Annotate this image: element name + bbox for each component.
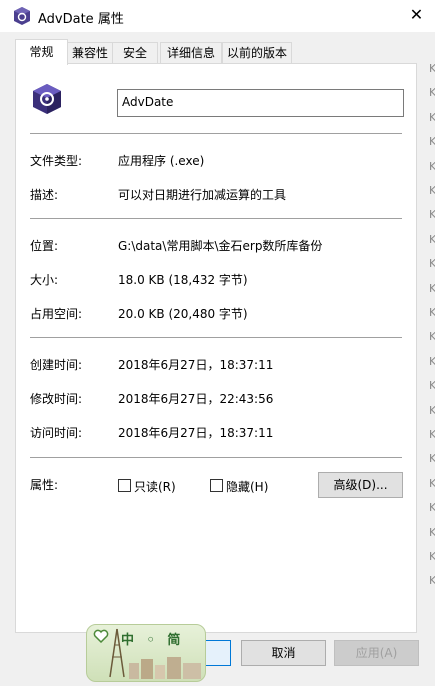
description-value: 可以对日期进行加减运算的工具 (118, 188, 287, 202)
hidden-checkbox[interactable] (210, 479, 223, 492)
disk-size-value: 20.0 KB (20,480 字节) (118, 307, 248, 321)
ime-watermark-badge: 中 ◦ 简 (86, 624, 206, 682)
file-name-field[interactable]: AdvDate (117, 89, 404, 117)
general-panel (15, 63, 417, 633)
separator (30, 337, 402, 338)
background-letter: K (429, 574, 435, 588)
background-letter: K (429, 208, 435, 222)
background-letter: K (429, 62, 435, 75)
tab-compatibility[interactable]: 兼容性 (67, 42, 113, 63)
close-button[interactable]: ✕ (398, 0, 435, 32)
readonly-checkbox-label[interactable]: 只读(R) (134, 478, 176, 495)
location-label: 位置: (30, 239, 59, 253)
apply-button[interactable]: 应用(A) (334, 640, 419, 666)
background-letter: K (429, 159, 435, 173)
size-value: 18.0 KB (18,432 字节) (118, 273, 248, 287)
background-letter: K (429, 184, 435, 197)
file-type-value: 应用程序 (.exe) (118, 154, 205, 168)
location-value: G:\data\常用脚本\金石erp数所库备份 (118, 239, 323, 253)
size-label: 大小: (30, 273, 59, 287)
background-letter: K (429, 550, 435, 563)
app-icon (14, 7, 30, 25)
accessed-value: 2018年6月27日，18:37:11 (118, 426, 274, 440)
separator (30, 133, 402, 134)
file-type-label: 文件类型: (30, 154, 83, 168)
modified-label: 修改时间: (30, 392, 83, 406)
background-letter: K (429, 306, 435, 319)
buildings-icon (129, 657, 201, 679)
ime-watermark-text: 中 ◦ 简 (121, 633, 185, 648)
background-letter: K (429, 281, 435, 295)
exe-file-icon (33, 84, 61, 114)
background-letter: K (429, 403, 435, 417)
description-label: 描述: (30, 188, 59, 202)
created-value: 2018年6月27日，18:37:11 (118, 358, 274, 372)
background-letter: K (429, 257, 435, 271)
modified-value: 2018年6月27日，22:43:56 (118, 392, 274, 406)
title-bar: AdvDate 属性 ✕ (0, 0, 435, 32)
background-letter: K (429, 501, 435, 515)
background-letter: K (429, 232, 435, 246)
separator (30, 218, 402, 219)
background-letter: K (429, 354, 435, 368)
window-title: AdvDate 属性 (38, 12, 124, 27)
background-letter: K (429, 525, 435, 539)
background-letter: K (429, 428, 435, 441)
readonly-checkbox[interactable] (118, 479, 131, 492)
cancel-button[interactable]: 取消 (241, 640, 326, 666)
attributes-label: 属性: (30, 478, 59, 492)
tab-details[interactable]: 详细信息 (160, 42, 222, 63)
disk-size-label: 占用空间: (30, 307, 83, 321)
tab-general[interactable]: 常规 (15, 39, 68, 65)
accessed-label: 访问时间: (30, 426, 83, 440)
background-letter: K (429, 110, 435, 124)
background-letter: K (429, 330, 435, 344)
background-letter: K (429, 452, 435, 466)
created-label: 创建时间: (30, 358, 83, 372)
tab-security[interactable]: 安全 (112, 42, 158, 63)
advanced-button[interactable]: 高级(D)... (318, 472, 403, 498)
background-letter: K (429, 86, 435, 100)
hidden-checkbox-label[interactable]: 隐藏(H) (226, 478, 268, 495)
background-letter: K (429, 379, 435, 393)
background-letter: K (429, 135, 435, 149)
separator (30, 457, 402, 458)
background-letter: K (429, 476, 435, 490)
tab-previous-versions[interactable]: 以前的版本 (222, 42, 292, 63)
